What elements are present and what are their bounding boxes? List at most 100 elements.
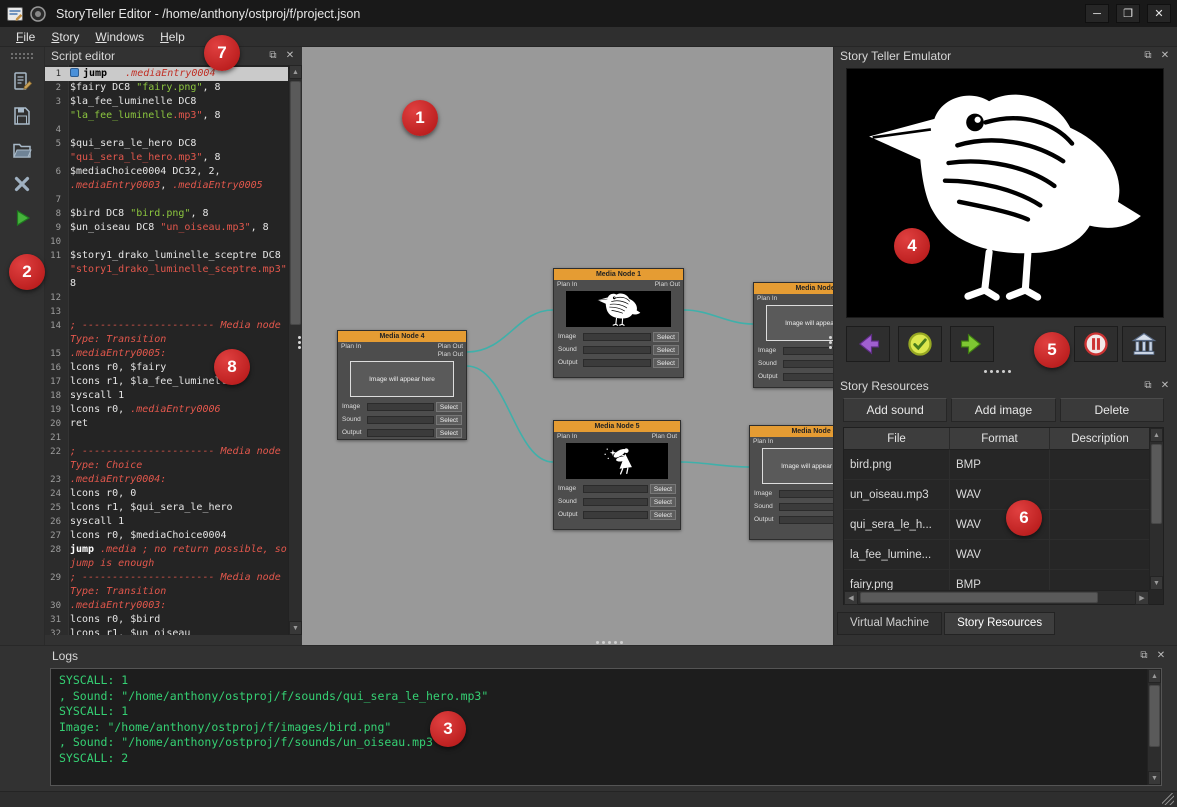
float-icon[interactable]: ⧉ bbox=[267, 50, 279, 62]
scroll-up-icon[interactable]: ▲ bbox=[1148, 669, 1161, 683]
media-node[interactable]: Media Node 3Plan InPlan OutImage will ap… bbox=[749, 425, 833, 540]
code-line[interactable]: 28jump .media ; no return possible, so a bbox=[45, 543, 288, 557]
output-port[interactable]: Plan Out bbox=[438, 351, 463, 359]
splitter-handle[interactable] bbox=[984, 370, 987, 373]
close-icon[interactable]: ✕ bbox=[284, 50, 296, 62]
code-line[interactable]: 17lcons r1, $la_fee_luminelle bbox=[45, 375, 288, 389]
code-line[interactable]: 2$fairy DC8 "fairy.png", 8 bbox=[45, 81, 288, 95]
menu-windows[interactable]: Windows bbox=[87, 27, 152, 47]
resources-hscrollbar[interactable]: ◀ ▶ bbox=[844, 590, 1149, 604]
table-row[interactable]: qui_sera_le_h...WAV bbox=[844, 510, 1151, 540]
pause-button[interactable] bbox=[1074, 326, 1118, 362]
resize-grip[interactable] bbox=[1162, 793, 1174, 805]
code-line[interactable]: "story1_drako_luminelle_sceptre.mp3", bbox=[45, 263, 288, 277]
close-icon[interactable]: ✕ bbox=[1155, 650, 1167, 662]
code-line[interactable]: 31lcons r0, $bird bbox=[45, 613, 288, 627]
scrollbar-thumb[interactable] bbox=[1149, 685, 1160, 747]
code-line[interactable]: 13 bbox=[45, 305, 288, 319]
code-line[interactable]: Type: Choice bbox=[45, 459, 288, 473]
close-icon[interactable]: ✕ bbox=[1159, 50, 1171, 62]
node-select-button[interactable]: Select bbox=[436, 415, 462, 425]
code-line[interactable]: 20ret bbox=[45, 417, 288, 431]
code-line[interactable]: Type: Transition bbox=[45, 585, 288, 599]
code-line[interactable]: 9$un_oiseau DC8 "un_oiseau.mp3", 8 bbox=[45, 221, 288, 235]
scrollbar-track[interactable] bbox=[858, 591, 1135, 604]
close-icon[interactable]: ✕ bbox=[1159, 380, 1171, 392]
code-line[interactable]: 1jump .mediaEntry0004 bbox=[45, 67, 288, 81]
node-select-button[interactable]: Select bbox=[436, 428, 462, 438]
logs-content[interactable]: SYSCALL: 1, Sound: "/home/anthony/ostpro… bbox=[50, 668, 1162, 786]
table-row[interactable]: un_oiseau.mp3WAV bbox=[844, 480, 1151, 510]
tab-virtual-machine[interactable]: Virtual Machine bbox=[837, 612, 942, 635]
code-line[interactable]: 8 bbox=[45, 277, 288, 291]
input-port[interactable]: Plan In bbox=[341, 343, 361, 359]
node-canvas[interactable]: Media Node 4Plan InPlan OutPlan OutImage… bbox=[302, 47, 833, 645]
input-port[interactable]: Plan In bbox=[557, 281, 577, 289]
script-scrollbar[interactable]: ▲ ▼ bbox=[288, 65, 302, 635]
code-line[interactable]: "la_fee_luminelle.mp3", 8 bbox=[45, 109, 288, 123]
splitter-handle[interactable] bbox=[829, 336, 832, 339]
code-line[interactable]: 27lcons r0, $mediaChoice0004 bbox=[45, 529, 288, 543]
code-line[interactable]: 26syscall 1 bbox=[45, 515, 288, 529]
code-line[interactable]: .mediaEntry0003, .mediaEntry0005 bbox=[45, 179, 288, 193]
node-select-button[interactable]: Select bbox=[650, 497, 676, 507]
node-select-button[interactable]: Select bbox=[653, 358, 679, 368]
home-button[interactable] bbox=[1122, 326, 1166, 362]
node-select-button[interactable]: Select bbox=[650, 510, 676, 520]
output-port[interactable]: Plan Out bbox=[438, 343, 463, 351]
code-line[interactable]: 10 bbox=[45, 235, 288, 249]
scroll-down-icon[interactable]: ▼ bbox=[1148, 771, 1161, 785]
splitter-handle[interactable] bbox=[298, 336, 301, 339]
code-line[interactable]: 12 bbox=[45, 291, 288, 305]
code-line[interactable]: 11$story1_drako_luminelle_sceptre DC8 bbox=[45, 249, 288, 263]
new-script-button[interactable] bbox=[6, 67, 38, 97]
scroll-up-icon[interactable]: ▲ bbox=[289, 65, 302, 79]
splitter-handle[interactable] bbox=[596, 641, 599, 644]
script-editor[interactable]: 1jump .mediaEntry00042$fairy DC8 "fairy.… bbox=[45, 65, 302, 635]
input-port[interactable]: Plan In bbox=[753, 438, 773, 446]
scroll-right-icon[interactable]: ▶ bbox=[1135, 591, 1149, 605]
next-button[interactable] bbox=[950, 326, 994, 362]
scroll-down-icon[interactable]: ▼ bbox=[289, 621, 302, 635]
scrollbar-track[interactable] bbox=[1150, 442, 1163, 576]
code-line[interactable]: 5$qui_sera_le_hero DC8 bbox=[45, 137, 288, 151]
code-line[interactable]: 15.mediaEntry0005: bbox=[45, 347, 288, 361]
code-line[interactable]: 6$mediaChoice0004 DC32, 2, bbox=[45, 165, 288, 179]
code-line[interactable]: 29; ---------------------- Media node bbox=[45, 571, 288, 585]
float-icon[interactable]: ⧉ bbox=[1138, 650, 1150, 662]
code-line[interactable]: 16lcons r0, $fairy bbox=[45, 361, 288, 375]
previous-button[interactable] bbox=[846, 326, 890, 362]
code-line[interactable]: 3$la_fee_luminelle DC8 bbox=[45, 95, 288, 109]
code-line[interactable]: Type: Transition bbox=[45, 333, 288, 347]
media-node[interactable]: Media Node 5Plan InPlan OutImageSelectSo… bbox=[553, 420, 681, 530]
open-button[interactable] bbox=[6, 135, 38, 165]
scroll-up-icon[interactable]: ▲ bbox=[1150, 428, 1163, 442]
code-line[interactable]: 22; ---------------------- Media node bbox=[45, 445, 288, 459]
node-select-button[interactable]: Select bbox=[653, 345, 679, 355]
code-line[interactable]: 23.mediaEntry0004: bbox=[45, 473, 288, 487]
code-line[interactable]: 25lcons r1, $qui_sera_le_hero bbox=[45, 501, 288, 515]
toolbar-handle[interactable] bbox=[11, 53, 33, 59]
float-icon[interactable]: ⧉ bbox=[1142, 50, 1154, 62]
save-button[interactable] bbox=[6, 101, 38, 131]
code-line[interactable]: 19lcons r0, .mediaEntry0006 bbox=[45, 403, 288, 417]
code-line[interactable]: 21 bbox=[45, 431, 288, 445]
scrollbar-track[interactable] bbox=[289, 79, 302, 621]
node-select-button[interactable]: Select bbox=[436, 402, 462, 412]
column-header-file[interactable]: File bbox=[844, 428, 950, 450]
code-line[interactable]: 32lcons r1, $un_oiseau bbox=[45, 627, 288, 635]
code-line[interactable]: 7 bbox=[45, 193, 288, 207]
logs-scrollbar[interactable]: ▲ ▼ bbox=[1147, 669, 1161, 785]
close-button[interactable]: ✕ bbox=[1147, 4, 1171, 23]
close-project-button[interactable] bbox=[6, 169, 38, 199]
tab-story-resources[interactable]: Story Resources bbox=[944, 612, 1055, 635]
scrollbar-thumb[interactable] bbox=[290, 81, 301, 325]
scrollbar-track[interactable] bbox=[1148, 683, 1161, 771]
menu-file[interactable]: File bbox=[8, 27, 43, 47]
output-port[interactable]: Plan Out bbox=[655, 281, 680, 289]
table-row[interactable]: la_fee_lumine...WAV bbox=[844, 540, 1151, 570]
input-port[interactable]: Plan In bbox=[757, 295, 777, 303]
code-line[interactable]: 18syscall 1 bbox=[45, 389, 288, 403]
run-button[interactable] bbox=[6, 203, 38, 233]
media-node[interactable]: Media Node 4Plan InPlan OutPlan OutImage… bbox=[337, 330, 467, 440]
